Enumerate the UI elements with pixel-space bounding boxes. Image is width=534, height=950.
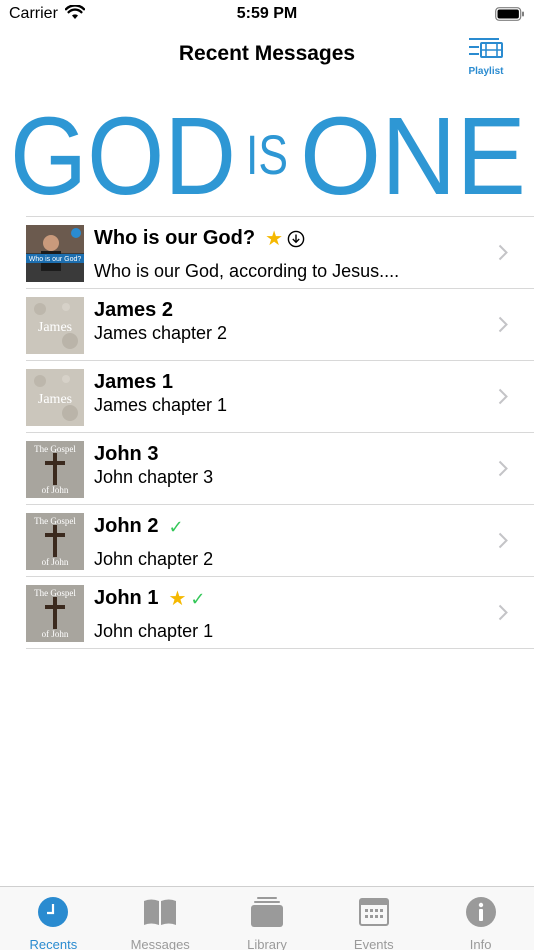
star-icon: ★ <box>265 227 284 250</box>
message-row-who-is-our-god[interactable]: Who is our God? Who is our God? ★ Who is… <box>26 217 534 289</box>
message-thumbnail: The Gospel of John <box>26 441 84 498</box>
thumb-caption: James <box>38 320 72 335</box>
message-title: John 2 ✓ <box>94 515 184 538</box>
chevron-right-icon <box>498 604 508 621</box>
message-title: James 2 <box>94 299 173 322</box>
banner-word-is: IS <box>246 123 288 186</box>
tab-label: Library <box>247 937 287 950</box>
thumb-caption-bottom: of John <box>42 557 69 567</box>
message-title-text: John 1 <box>94 587 159 609</box>
message-subtitle: James chapter 2 <box>94 323 228 343</box>
tab-label: Info <box>469 937 492 950</box>
message-row-john-2[interactable]: The Gospel of John John 2 ✓ John chapter… <box>26 505 534 577</box>
message-badges: ★ <box>265 229 305 249</box>
message-row-james-1[interactable]: James James 1 James chapter 1 <box>26 361 534 433</box>
messages-list: Who is our God? Who is our God? ★ Who is… <box>26 216 534 649</box>
thumb-caption: Who is our God? <box>29 256 82 263</box>
message-title-text: John 3 <box>94 443 159 465</box>
chevron-right-icon <box>498 532 508 549</box>
message-row-james-2[interactable]: James James 2 James chapter 2 <box>26 289 534 361</box>
tab-recents[interactable]: Recents <box>0 887 107 950</box>
tab-label: Events <box>353 937 394 950</box>
watched-check-icon: ✓ <box>168 516 184 537</box>
message-subtitle: Who is our God, according to Jesus.... <box>94 261 400 281</box>
thumb-caption-top: The Gospel <box>34 444 76 454</box>
message-title: John 3 <box>94 443 158 466</box>
message-subtitle: John chapter 3 <box>94 467 214 487</box>
banner-word-god: GOD <box>10 102 236 198</box>
info-icon <box>465 897 496 927</box>
tab-library[interactable]: Library <box>214 887 321 950</box>
tab-info[interactable]: Info <box>427 887 534 950</box>
message-title: James 1 <box>94 371 173 394</box>
chevron-right-icon <box>498 460 508 477</box>
message-title: John 1 ★ ✓ <box>94 587 205 610</box>
playlist-icon <box>469 38 503 58</box>
message-thumbnail: James <box>26 297 84 354</box>
thumb-caption-top: The Gospel <box>34 588 76 598</box>
message-title-text: Who is our God? <box>94 227 256 249</box>
thumb-caption-bottom: of John <box>42 485 69 495</box>
clock-icon <box>38 897 69 927</box>
message-thumbnail: The Gospel of John <box>26 513 84 570</box>
thumb-caption-top: The Gospel <box>34 516 76 526</box>
message-subtitle: John chapter 2 <box>94 549 214 569</box>
message-row-john-3[interactable]: The Gospel of John John 3 John chapter 3 <box>26 433 534 505</box>
status-time: 5:59 PM <box>236 5 298 22</box>
playlist-button[interactable]: Playlist <box>464 36 508 77</box>
god-is-one-banner: GOD IS ONE <box>10 102 526 198</box>
message-badges: ✓ <box>168 518 183 536</box>
thumb-caption: James <box>38 392 72 407</box>
playlist-label: Playlist <box>468 66 504 77</box>
message-badges: ★ ✓ <box>168 589 205 609</box>
calendar-icon <box>358 898 389 926</box>
message-title: Who is our God? ★ <box>94 227 305 250</box>
tab-bar: Recents Messages Library Events Info <box>0 886 534 950</box>
message-subtitle: James chapter 1 <box>94 395 228 415</box>
tab-messages[interactable]: Messages <box>107 887 214 950</box>
status-bar: Carrier 5:59 PM <box>0 0 534 30</box>
message-title-text: John 2 <box>94 515 159 537</box>
message-thumbnail: The Gospel of John <box>26 585 84 642</box>
banner-word-one: ONE <box>300 102 526 198</box>
stack-icon <box>250 897 283 927</box>
message-subtitle: John chapter 1 <box>94 621 214 641</box>
chevron-right-icon <box>498 388 508 405</box>
battery-icon <box>495 7 524 21</box>
downloaded-icon <box>287 230 305 247</box>
page-title: Recent Messages <box>178 42 356 65</box>
message-title-text: James 2 <box>94 299 173 321</box>
message-row-john-1[interactable]: The Gospel of John John 1 ★ ✓ John chapt… <box>26 577 534 649</box>
tab-events[interactable]: Events <box>320 887 427 950</box>
tab-label: Messages <box>130 937 190 950</box>
watched-check-icon: ✓ <box>190 588 206 609</box>
star-icon: ★ <box>168 587 187 610</box>
thumb-caption-bottom: of John <box>42 629 69 639</box>
chevron-right-icon <box>498 316 508 333</box>
tab-label: Recents <box>29 937 78 950</box>
book-icon <box>144 899 177 925</box>
message-thumbnail: James <box>26 369 84 426</box>
message-thumbnail: Who is our God? <box>26 225 84 282</box>
message-title-text: James 1 <box>94 371 173 393</box>
chevron-right-icon <box>498 244 508 261</box>
